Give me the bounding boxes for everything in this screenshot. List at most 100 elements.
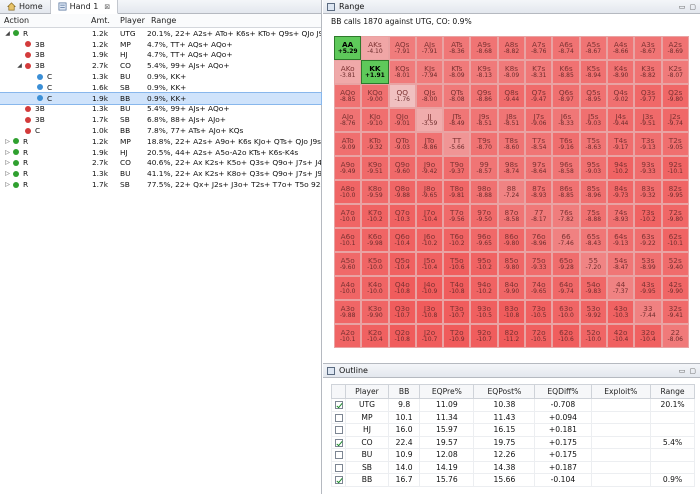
hand-cell[interactable]: K5o -10.0 xyxy=(361,252,389,276)
hand-cell[interactable]: 52o -10.0 xyxy=(579,324,607,348)
player-checkbox[interactable] xyxy=(334,476,343,485)
hand-cell[interactable]: 96s -8.58 xyxy=(552,156,580,180)
hand-cell[interactable]: 63o -10.0 xyxy=(552,300,580,324)
hand-cell[interactable]: 97s -8.64 xyxy=(525,156,553,180)
hand-cell[interactable]: 52s -9.40 xyxy=(661,252,689,276)
hand-cell[interactable]: 86s -8.85 xyxy=(552,180,580,204)
hand-cell[interactable]: 66 -7.46 xyxy=(552,228,580,252)
expand-toggle-icon[interactable]: ◢ xyxy=(4,30,11,37)
hand-cell[interactable]: K9o -9.51 xyxy=(361,156,389,180)
hand-cell[interactable]: T8s -8.60 xyxy=(497,132,526,156)
tree-row[interactable]: ◢ R 1.2k UTG 20.1%, 22+ A2s+ ATo+ K6s+ KTo+ … xyxy=(0,28,321,39)
minimize-icon[interactable]: ▭ xyxy=(679,3,686,11)
hand-cell[interactable]: J4s -9.44 xyxy=(606,108,635,132)
hand-cell[interactable]: AJo -8.76 xyxy=(334,108,362,132)
hand-cell[interactable]: T3s -9.13 xyxy=(634,132,662,156)
hand-cell[interactable]: Q4o -10.8 xyxy=(388,276,416,300)
player-checkbox[interactable] xyxy=(334,413,343,422)
hand-cell[interactable]: T3o -10.7 xyxy=(443,300,471,324)
hand-cell[interactable]: Q9o -9.60 xyxy=(388,156,416,180)
hand-cell[interactable]: QTo -9.03 xyxy=(388,132,416,156)
player-checkbox[interactable] xyxy=(334,451,343,460)
expand-toggle-icon[interactable]: ▷ xyxy=(4,149,11,156)
hand-cell[interactable]: J7o -10.4 xyxy=(415,204,444,228)
hand-cell[interactable]: 95o -10.2 xyxy=(470,252,498,276)
hand-cell[interactable]: 92s -10.1 xyxy=(661,156,689,180)
hand-cell[interactable]: A9s -8.68 xyxy=(470,36,498,60)
hand-cell[interactable]: Q2o -10.8 xyxy=(388,324,416,348)
hand-cell[interactable]: 94o -10.2 xyxy=(470,276,498,300)
hand-cell[interactable]: KTo -9.32 xyxy=(361,132,389,156)
hand-cell[interactable]: QQ -1.76 xyxy=(388,84,416,108)
hand-cell[interactable]: A8s -8.82 xyxy=(497,36,526,60)
hand-cell[interactable]: J6s -8.33 xyxy=(552,108,580,132)
hand-cell[interactable]: J7s -9.06 xyxy=(525,108,553,132)
hand-cell[interactable]: 32s -9.41 xyxy=(661,300,689,324)
maximize-icon[interactable]: ▢ xyxy=(689,367,696,375)
hand-cell[interactable]: Q6o -10.4 xyxy=(388,228,416,252)
player-checkbox[interactable] xyxy=(334,463,343,472)
hand-cell[interactable]: 62s -10.1 xyxy=(661,228,689,252)
hand-cell[interactable]: 83o -10.8 xyxy=(497,300,526,324)
hand-cell[interactable]: A4o -10.0 xyxy=(334,276,362,300)
hand-cell[interactable]: Q3o -10.7 xyxy=(388,300,416,324)
hand-cell[interactable]: 93s -9.33 xyxy=(634,156,662,180)
hand-cell[interactable]: 82s -9.95 xyxy=(661,180,689,204)
hand-cell[interactable]: 73o -10.5 xyxy=(525,300,553,324)
hand-cell[interactable]: J4o -10.9 xyxy=(415,276,444,300)
hand-cell[interactable]: K6s -8.85 xyxy=(552,60,580,84)
tree-row[interactable]: C 1.0k BB 7.8%, 77+ ATs+ AJo+ KQs xyxy=(0,125,321,136)
hand-cell[interactable]: 72s -9.80 xyxy=(661,204,689,228)
hand-cell[interactable]: K8o -9.59 xyxy=(361,180,389,204)
hand-cell[interactable]: 82o -11.2 xyxy=(497,324,526,348)
hand-cell[interactable]: Q7s -9.47 xyxy=(525,84,553,108)
hand-cell[interactable]: J6o -10.2 xyxy=(415,228,444,252)
hand-cell[interactable]: 87s -8.93 xyxy=(525,180,553,204)
outline-col-player[interactable]: Player xyxy=(345,384,389,399)
hand-cell[interactable]: 62o -10.6 xyxy=(552,324,580,348)
hand-cell[interactable]: T9s -8.70 xyxy=(470,132,498,156)
hand-cell[interactable]: AA +5.29 xyxy=(334,36,362,60)
player-checkbox[interactable] xyxy=(334,426,343,435)
hand-cell[interactable]: T8o -9.81 xyxy=(443,180,471,204)
hand-cell[interactable]: 95s -9.03 xyxy=(579,156,607,180)
tree-row[interactable]: 3B 1.7k SB 6.8%, 88+ AJs+ AJo+ xyxy=(0,114,321,125)
hand-cell[interactable]: Q3s -9.77 xyxy=(634,84,662,108)
hand-cell[interactable]: 87o -8.58 xyxy=(497,204,526,228)
hand-cell[interactable]: 44 -7.37 xyxy=(606,276,635,300)
hand-cell[interactable]: J8s -8.51 xyxy=(497,108,526,132)
hand-cell[interactable]: 73s -10.2 xyxy=(634,204,662,228)
hand-cell[interactable]: T5o -10.6 xyxy=(443,252,471,276)
hand-cell[interactable]: AQo -8.85 xyxy=(334,84,362,108)
hand-cell[interactable]: Q5s -8.95 xyxy=(579,84,607,108)
hand-cell[interactable]: JTo -8.86 xyxy=(415,132,444,156)
outline-col-bb[interactable]: BB xyxy=(387,384,421,399)
expand-toggle-icon[interactable]: ▷ xyxy=(4,159,11,166)
hand-cell[interactable]: 94s -10.2 xyxy=(606,156,635,180)
hand-cell[interactable]: 85s -8.96 xyxy=(579,180,607,204)
hand-cell[interactable]: 54o -9.83 xyxy=(579,276,607,300)
hand-cell[interactable]: A7o -10.0 xyxy=(334,204,362,228)
hand-cell[interactable]: J3o -10.8 xyxy=(415,300,444,324)
hand-cell[interactable]: 74s -8.93 xyxy=(606,204,635,228)
hand-cell[interactable]: KJs -7.94 xyxy=(415,60,444,84)
hand-cell[interactable]: TT -5.66 xyxy=(443,132,471,156)
hand-cell[interactable]: 99 -8.57 xyxy=(470,156,498,180)
hand-cell[interactable]: 75o -9.33 xyxy=(525,252,553,276)
hand-cell[interactable]: Q2s -9.80 xyxy=(661,84,689,108)
hand-cell[interactable]: 77 -8.17 xyxy=(525,204,553,228)
hand-cell[interactable]: AKs -4.10 xyxy=(361,36,389,60)
hand-cell[interactable]: J9s -8.51 xyxy=(470,108,498,132)
hand-cell[interactable]: J8o -9.65 xyxy=(415,180,444,204)
hand-cell[interactable]: A2s -8.69 xyxy=(661,36,689,60)
hand-cell[interactable]: T5s -8.63 xyxy=(579,132,607,156)
hand-cell[interactable]: 53o -9.92 xyxy=(579,300,607,324)
hand-cell[interactable]: A5s -8.67 xyxy=(579,36,607,60)
hand-cell[interactable]: K2o -10.4 xyxy=(361,324,389,348)
hand-cell[interactable]: AQs -7.91 xyxy=(388,36,416,60)
hand-cell[interactable]: 32o -10.4 xyxy=(634,324,662,348)
hand-cell[interactable]: K7s -8.31 xyxy=(525,60,553,84)
hand-cell[interactable]: A3s -8.67 xyxy=(634,36,662,60)
tree-row[interactable]: C 1.6k SB 0.9%, KK+ xyxy=(0,82,321,93)
hand-cell[interactable]: T6o -10.2 xyxy=(443,228,471,252)
